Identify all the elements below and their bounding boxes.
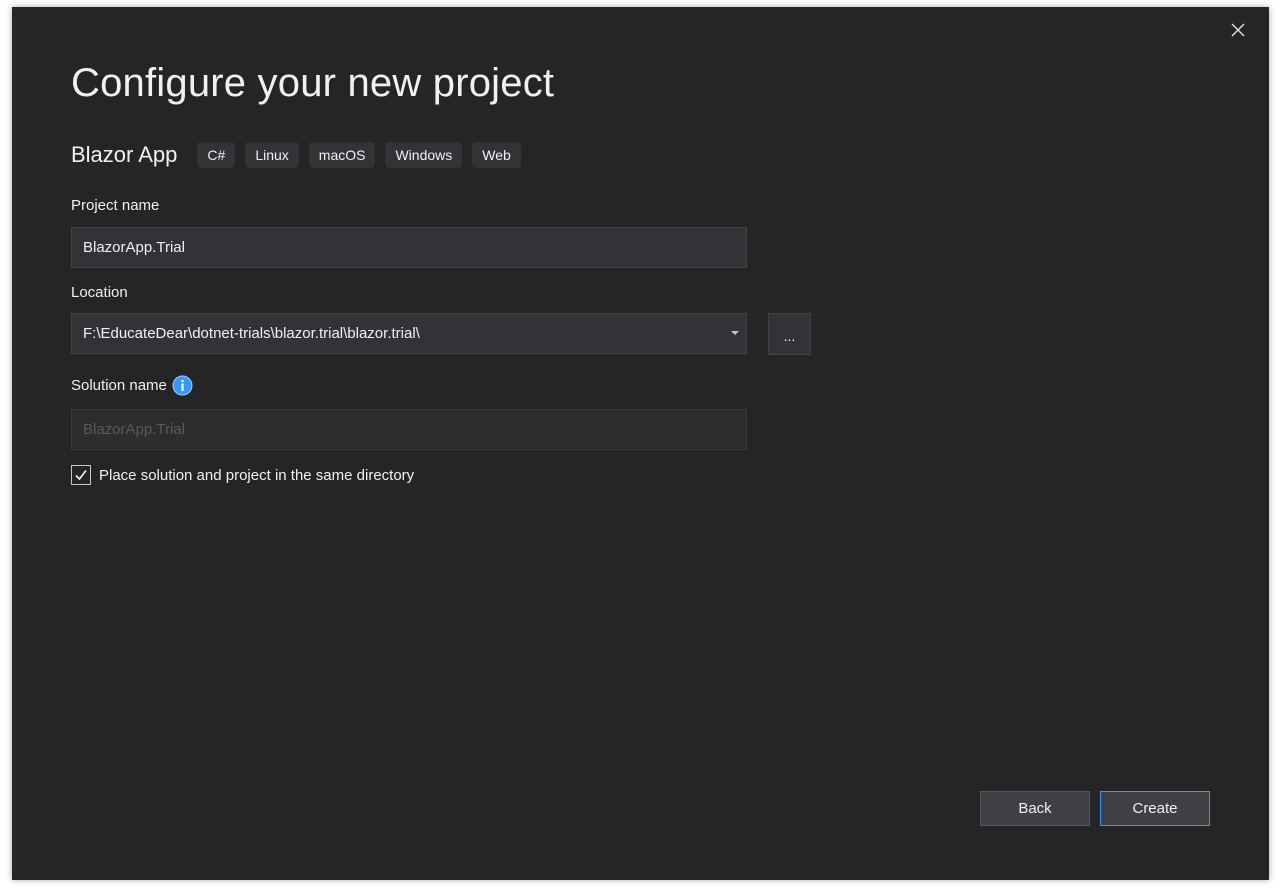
browse-location-button[interactable]: ...	[768, 313, 811, 355]
same-directory-checkbox[interactable]	[71, 465, 91, 485]
project-name-value: BlazorApp.Trial	[83, 239, 185, 256]
back-button[interactable]: Back	[980, 791, 1090, 826]
location-label: Location	[71, 284, 128, 301]
same-directory-option[interactable]: Place solution and project in the same d…	[71, 465, 414, 485]
project-name-input[interactable]: BlazorApp.Trial	[71, 227, 747, 268]
info-icon[interactable]	[172, 375, 193, 396]
solution-name-input[interactable]: BlazorApp.Trial	[71, 409, 747, 450]
tag-language: C#	[197, 142, 236, 168]
create-button[interactable]: Create	[1100, 791, 1210, 826]
configure-project-dialog: Configure your new project Blazor App C#…	[12, 7, 1269, 880]
same-directory-label: Place solution and project in the same d…	[99, 466, 415, 484]
checkmark-icon	[75, 470, 87, 481]
page-title: Configure your new project	[71, 61, 555, 105]
tag-project-type-web: Web	[472, 142, 521, 168]
template-name: Blazor App	[71, 142, 178, 167]
chevron-down-icon[interactable]	[728, 314, 742, 353]
location-value: F:\EducateDear\dotnet-trials\blazor.tria…	[83, 325, 420, 342]
project-name-label: Project name	[71, 197, 160, 214]
close-button[interactable]	[1227, 19, 1249, 41]
template-header: Blazor App C# Linux macOS Windows Web	[71, 142, 531, 168]
tag-platform-windows: Windows	[385, 142, 463, 168]
solution-name-placeholder: BlazorApp.Trial	[83, 421, 185, 438]
solution-name-label: Solution name	[71, 377, 167, 394]
close-icon	[1231, 23, 1245, 37]
tag-platform-macos: macOS	[308, 142, 376, 168]
tag-platform-linux: Linux	[245, 142, 299, 168]
location-combobox[interactable]: F:\EducateDear\dotnet-trials\blazor.tria…	[71, 313, 747, 354]
